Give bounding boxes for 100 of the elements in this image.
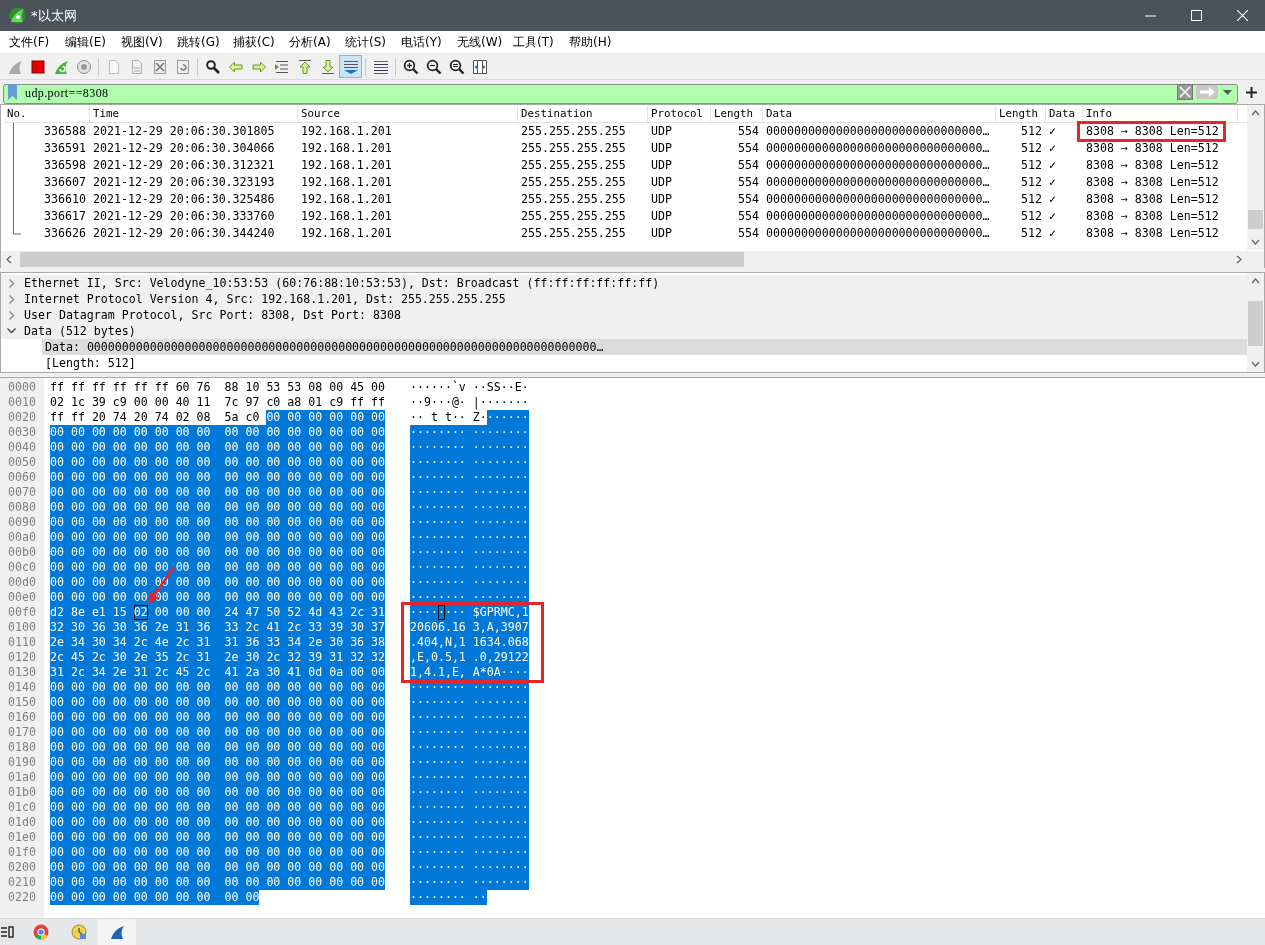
filter-field[interactable]: udp.port==8308 (3, 83, 1238, 104)
menu-item[interactable]: 编辑(E) (58, 31, 114, 53)
table-cell-text: ✓ (1048, 140, 1057, 157)
menu-item[interactable]: 视图(V) (114, 31, 170, 53)
table-cell-text: 255.255.255.255 (520, 208, 627, 225)
menu-item[interactable]: 帮助(H) (562, 31, 618, 53)
menu-item[interactable]: 分析(A) (282, 31, 338, 53)
menu-item[interactable]: 工具(T) (506, 31, 562, 53)
ascii-text: ······`v ··SS··E· (410, 380, 530, 395)
table-cell-text: 512 (1020, 191, 1043, 208)
offset-label: 00c0 (7, 560, 37, 575)
hex-bytes: 00 00 00 00 00 00 00 00 00 00 00 00 00 00 00 00 (49, 680, 387, 695)
table-cell-text: 2021-12-29 20:06:30.301805 (92, 123, 276, 140)
offset-label: 0070 (7, 485, 37, 500)
table-cell-text: UDP (650, 123, 673, 140)
ascii-text: ········ ········ (410, 800, 530, 815)
column-header[interactable]: Protocol (648, 106, 711, 122)
table-cell-text: 255.255.255.255 (520, 174, 627, 191)
hex-bytes: 00 00 00 00 00 00 00 00 00 00 00 00 00 00 00 00 (49, 455, 387, 470)
offset-label: 00e0 (7, 590, 37, 605)
table-cell-text: 192.168.1.201 (300, 191, 393, 208)
table-cell-text: 8308 → 8308 Len=512 (1085, 174, 1220, 191)
column-header[interactable]: Info (1083, 106, 1238, 122)
menu-item[interactable]: 统计(S) (338, 31, 394, 53)
offset-label: 0080 (7, 500, 37, 515)
table-cell-text: 554 (737, 191, 760, 208)
table-cell-text: 255.255.255.255 (520, 225, 627, 242)
offset-label: 0040 (7, 440, 37, 455)
menu-item[interactable]: 跳转(G) (170, 31, 226, 53)
column-header[interactable]: Time (90, 106, 298, 122)
menu-item[interactable]: 电话(Y) (394, 31, 450, 53)
table-cell-text: 336588 (43, 123, 87, 140)
offset-label: 0150 (7, 695, 37, 710)
table-cell-text: 512 (1020, 174, 1043, 191)
offset-label: 01d0 (7, 815, 37, 830)
ascii-text: ········ ·· (410, 890, 488, 905)
hex-bytes: 00 00 00 00 00 00 00 00 00 00 00 00 00 00 00 00 (49, 860, 387, 875)
table-cell-text: 255.255.255.255 (520, 140, 627, 157)
menu-item[interactable]: 文件(F) (2, 31, 58, 53)
hex-bytes: 00 00 00 00 00 00 00 00 00 00 00 00 00 00 00 00 (49, 545, 387, 560)
hex-bytes: 00 00 00 00 00 00 00 00 00 00 00 00 00 00 00 00 (49, 830, 387, 845)
column-header[interactable]: No. (4, 106, 90, 122)
offset-label: 0020 (7, 410, 37, 425)
column-header[interactable]: Data (1046, 106, 1083, 122)
ascii-text: ········ ········ (410, 770, 530, 785)
table-cell-text: 336607 (43, 174, 87, 191)
column-header[interactable]: Source (298, 106, 518, 122)
offset-label: 0220 (7, 890, 37, 905)
tree-item[interactable]: Data (512 bytes) (22, 324, 136, 338)
hex-bytes: 00 00 00 00 00 00 00 00 00 00 00 00 00 00 00 00 (49, 845, 387, 860)
table-cell-text: ✓ (1048, 174, 1057, 191)
table-cell-text: 512 (1020, 123, 1043, 140)
table-cell-text: 255.255.255.255 (520, 157, 627, 174)
ascii-text: ········ $GPRMC,1 (410, 605, 530, 620)
ascii-text: .404,N,1 1634.068 (410, 635, 530, 650)
offset-label: 0100 (7, 620, 37, 635)
table-cell-text: 336610 (43, 191, 87, 208)
offset-label: 0140 (7, 680, 37, 695)
offset-label: 0000 (7, 380, 37, 395)
table-cell-text: ✓ (1048, 157, 1057, 174)
table-cell-text: 0000000000000000000000000000000… (765, 174, 991, 191)
table-cell-text: UDP (650, 157, 673, 174)
ascii-text: ········ ········ (410, 725, 530, 740)
ascii-text: ··9···@· |······· (410, 395, 530, 410)
hex-bytes: 00 00 00 00 00 00 00 00 00 00 00 00 00 00 00 00 (49, 500, 387, 515)
menu-item[interactable]: 无线(W) (450, 31, 506, 53)
offset-label: 00b0 (7, 545, 37, 560)
hex-bytes: 00 00 00 00 00 00 00 00 00 00 00 00 00 00 00 00 (49, 785, 387, 800)
table-cell-text: 336626 (43, 225, 87, 242)
table-cell-text: 512 (1020, 225, 1043, 242)
ascii-text: 20606.16 3,A,3907 (410, 620, 530, 635)
tree-item[interactable]: Data: 0000000000000000000000000000000000000000000000000000000000000000000000000… (42, 339, 1247, 355)
offset-label: 0060 (7, 470, 37, 485)
table-cell-text: 255.255.255.255 (520, 123, 627, 140)
table-cell-text: 192.168.1.201 (300, 208, 393, 225)
table-cell-text: 0000000000000000000000000000000… (765, 123, 991, 140)
table-cell-text: 2021-12-29 20:06:30.333760 (92, 208, 276, 225)
table-cell-text: 192.168.1.201 (300, 225, 393, 242)
table-cell-text: 554 (737, 174, 760, 191)
offset-label: 0090 (7, 515, 37, 530)
column-header[interactable]: Length (996, 106, 1046, 122)
column-header[interactable]: Destination (518, 106, 648, 122)
table-cell-text: 512 (1020, 140, 1043, 157)
table-cell-text: 0000000000000000000000000000000… (765, 140, 991, 157)
column-header[interactable]: Data (763, 106, 996, 122)
column-header[interactable]: Length (711, 106, 763, 122)
ascii-text: ········ ········ (410, 455, 530, 470)
hex-bytes: 00 00 00 00 00 00 00 00 00 00 00 00 00 00 00 00 (49, 710, 387, 725)
offset-label: 0050 (7, 455, 37, 470)
menu-item[interactable]: 捕获(C) (226, 31, 282, 53)
ascii-text: ········ ········ (410, 695, 530, 710)
table-cell-text: 336598 (43, 157, 87, 174)
hex-bytes: 00 00 00 00 00 00 00 00 00 00 00 00 00 00 00 00 (49, 770, 387, 785)
hex-bytes: 2c 45 2c 30 2e 35 2c 31 2e 30 2c 32 39 31 32 32 (49, 650, 387, 665)
table-cell-text: 192.168.1.201 (300, 123, 393, 140)
hex-bytes: ff ff ff ff ff ff 60 76 88 10 53 53 08 00 45 00 (49, 380, 387, 395)
ascii-text: ········ ········ (410, 530, 530, 545)
tree-item[interactable]: [Length: 512] (42, 355, 1247, 371)
table-cell-text: 192.168.1.201 (300, 174, 393, 191)
offset-label: 01e0 (7, 830, 37, 845)
